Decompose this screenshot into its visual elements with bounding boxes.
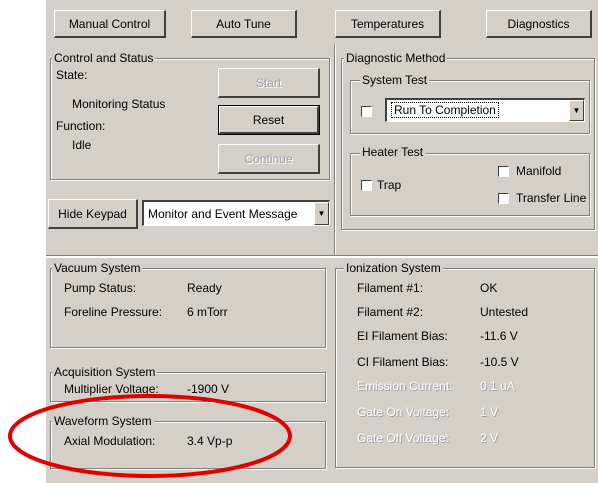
transfer-line-checkbox[interactable]: [498, 193, 509, 204]
pump-status-label: Pump Status:: [64, 281, 137, 295]
ionization-row-label: CI Filament Bias:: [357, 355, 449, 369]
ionization-row-value: 2 V: [480, 431, 499, 445]
start-button[interactable]: Start: [218, 68, 320, 98]
system-test-title: System Test: [360, 73, 430, 87]
ionization-system-title: Ionization System: [344, 261, 443, 275]
diagnostic-method-title: Diagnostic Method: [344, 51, 448, 65]
chevron-down-icon[interactable]: ▼: [314, 202, 329, 225]
reset-button[interactable]: Reset: [218, 105, 320, 135]
state-value: Monitoring Status: [72, 97, 166, 111]
state-label: State:: [56, 68, 88, 82]
tab-temperatures[interactable]: Temperatures: [335, 10, 441, 38]
message-select[interactable]: Monitor and Event Message ▼: [142, 200, 330, 226]
ionization-row-label: Emission Current:: [357, 379, 453, 393]
control-status-title: Control and Status: [52, 51, 156, 65]
ionization-row-label: EI Filament Bias:: [357, 329, 448, 343]
ionization-row-value: 0.1 uA: [480, 379, 515, 393]
system-test-value: Run To Completion: [391, 102, 499, 118]
system-test-checkbox[interactable]: [361, 106, 372, 117]
manifold-checkbox[interactable]: [498, 166, 509, 177]
highlight-ellipse-shape: [8, 394, 292, 478]
message-select-value: Monitor and Event Message: [148, 207, 298, 221]
tab-manual-control[interactable]: Manual Control: [54, 10, 166, 38]
trap-checkbox[interactable]: [361, 180, 372, 191]
system-test-select[interactable]: Run To Completion ▼: [385, 98, 585, 122]
trap-label: Trap: [377, 178, 402, 192]
chevron-down-icon[interactable]: ▼: [569, 100, 584, 121]
foreline-value: 6 mTorr: [187, 305, 228, 319]
hide-keypad-button[interactable]: Hide Keypad: [48, 199, 138, 229]
manifold-label: Manifold: [516, 164, 562, 178]
vertical-divider: [334, 44, 336, 255]
panel-divider: [46, 255, 598, 257]
function-value: Idle: [72, 138, 92, 152]
ionization-row-label: Gate Off Voltage:: [357, 431, 449, 445]
heater-test-title: Heater Test: [360, 145, 426, 159]
ionization-row-value: -10.5 V: [480, 355, 519, 369]
ionization-row-value: Untested: [480, 305, 529, 319]
ionization-row-value: -11.6 V: [480, 329, 518, 343]
ionization-row-value: 1 V: [480, 405, 499, 419]
tab-diagnostics[interactable]: Diagnostics: [486, 10, 592, 38]
transfer-line-label: Transfer Line: [516, 191, 587, 205]
highlight-ellipse: [8, 394, 292, 478]
vacuum-system-title: Vacuum System: [52, 261, 143, 275]
ionization-row-label: Filament #2:: [357, 305, 424, 319]
ionization-row-label: Gate On Voltage:: [357, 405, 450, 419]
pump-status-value: Ready: [187, 281, 222, 295]
tab-auto-tune[interactable]: Auto Tune: [191, 10, 297, 38]
function-label: Function:: [56, 119, 106, 133]
continue-button[interactable]: Continue: [218, 144, 320, 174]
ionization-row-label: Filament #1:: [357, 281, 424, 295]
acquisition-system-title: Acquisition System: [52, 365, 158, 379]
foreline-label: Foreline Pressure:: [64, 305, 163, 319]
ionization-row-value: OK: [480, 281, 498, 295]
